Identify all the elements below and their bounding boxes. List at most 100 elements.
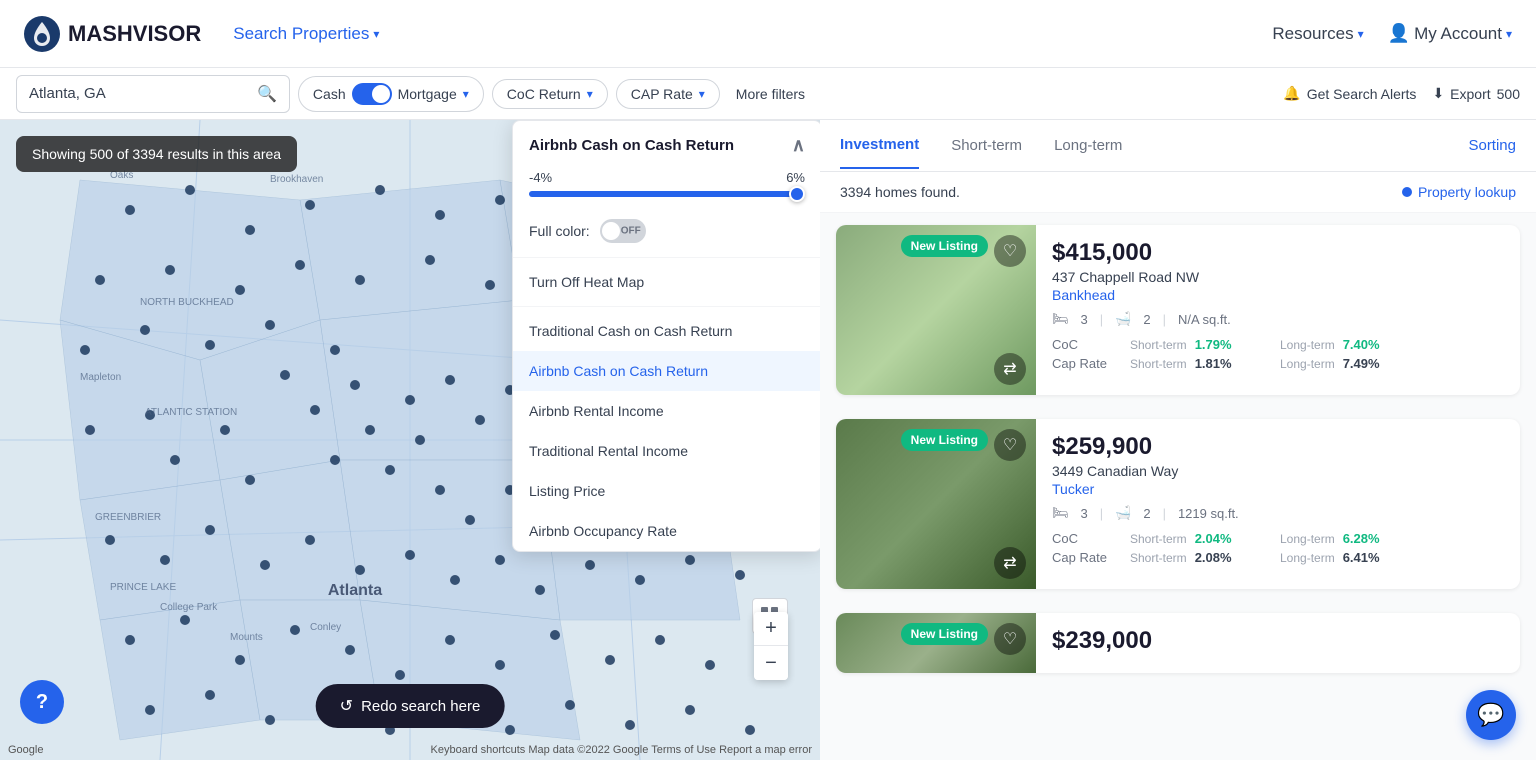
dropdown-close-icon[interactable]: ∧ (792, 135, 805, 156)
tab-investment[interactable]: Investment (840, 136, 919, 169)
homes-found: 3394 homes found. (840, 184, 960, 200)
redo-label: Redo search here (361, 698, 480, 715)
svg-text:GREENBRIER: GREENBRIER (95, 512, 161, 523)
beds-value-1: 3 (1081, 312, 1088, 327)
dropdown-item-label: Airbnb Occupancy Rate (529, 523, 677, 539)
logo[interactable]: MASHVISOR (24, 16, 201, 52)
property-card-1[interactable]: ♡ New Listing ⇄ $415,000 437 Chappell Ro… (836, 225, 1520, 395)
property-card-2[interactable]: ♡ New Listing ⇄ $259,900 3449 Canadian W… (836, 419, 1520, 589)
tab-short-term[interactable]: Short-term (951, 137, 1022, 168)
coc-type-long-1: Long-term (1280, 338, 1335, 352)
svg-text:PRINCE LAKE: PRINCE LAKE (110, 582, 176, 593)
alert-label: Get Search Alerts (1307, 86, 1417, 102)
dropdown-item-label: Listing Price (529, 483, 605, 499)
map-attribution: Google (8, 744, 43, 756)
export-icon: ⬇ (1432, 85, 1444, 102)
dropdown-item-label: Traditional Cash on Cash Return (529, 323, 732, 339)
cap-long-val-2: 6.41% (1343, 550, 1380, 565)
map-attribution-right: Keyboard shortcuts Map data ©2022 Google… (431, 744, 812, 756)
dropdown-item-heatmap-off[interactable]: Turn Off Heat Map (513, 262, 820, 302)
dropdown-item-traditional-coc[interactable]: Traditional Cash on Cash Return (513, 311, 820, 351)
tab-short-term-label: Short-term (951, 137, 1022, 154)
slider-thumb[interactable] (789, 186, 805, 202)
get-search-alerts-btn[interactable]: 🔔 Get Search Alerts (1283, 85, 1416, 102)
search-properties-nav[interactable]: Search Properties ▾ (233, 24, 379, 44)
heart-btn-2[interactable]: ♡ (994, 429, 1026, 461)
spec-divider-2a: | (1100, 506, 1103, 521)
coc-chevron: ▾ (587, 87, 593, 101)
tab-long-term-label: Long-term (1054, 137, 1122, 154)
tab-long-term[interactable]: Long-term (1054, 137, 1122, 168)
dropdown-title: Airbnb Cash on Cash Return (529, 137, 734, 154)
results-header: 3394 homes found. Property lookup (820, 172, 1536, 213)
property-info-3: $239,000 (1036, 613, 1520, 673)
cap-type-short-1: Short-term (1130, 357, 1187, 371)
search-input-wrap[interactable]: 🔍 (16, 75, 290, 113)
dropdown-item-listing-price[interactable]: Listing Price (513, 471, 820, 511)
account-icon: 👤 (1388, 23, 1410, 44)
cash-mortgage-toggle[interactable] (352, 83, 392, 105)
mortgage-label: Mortgage (398, 86, 457, 102)
baths-icon-1: 🛁 (1115, 311, 1131, 327)
account-nav[interactable]: 👤 My Account ▾ (1388, 23, 1512, 44)
coc-type-short-1: Short-term (1130, 338, 1187, 352)
search-icon[interactable]: 🔍 (257, 84, 277, 104)
coc-row-1: CoC Short-term 1.79% (1052, 337, 1276, 352)
baths-icon-2: 🛁 (1115, 505, 1131, 521)
more-filters-btn[interactable]: More filters (736, 86, 805, 102)
compare-btn-1[interactable]: ⇄ (994, 353, 1026, 385)
dropdown-item-airbnb-occupancy[interactable]: Airbnb Occupancy Rate (513, 511, 820, 551)
property-neighborhood-1[interactable]: Bankhead (1052, 287, 1504, 303)
new-listing-badge-2: New Listing (901, 429, 988, 451)
property-image-1: ♡ New Listing ⇄ (836, 225, 1036, 395)
zoom-in-btn[interactable]: + (754, 612, 788, 646)
zoom-out-btn[interactable]: − (754, 646, 788, 680)
svg-text:Atlanta: Atlanta (328, 582, 382, 599)
header-right: Resources ▾ 👤 My Account ▾ (1272, 23, 1512, 44)
full-color-row: Full color: OFF (513, 209, 820, 253)
coc-type-short-2: Short-term (1130, 532, 1187, 546)
dropdown-slider: -4% 6% (513, 170, 820, 209)
dropdown-item-airbnb-coc[interactable]: Airbnb Cash on Cash Return (513, 351, 820, 391)
redo-search-btn[interactable]: ↺ Redo search here (316, 684, 505, 728)
full-color-toggle[interactable]: OFF (600, 219, 646, 243)
slider-min: -4% (529, 170, 552, 185)
cap-short-val-2: 2.08% (1195, 550, 1232, 565)
heart-btn-1[interactable]: ♡ (994, 235, 1026, 267)
compare-btn-2[interactable]: ⇄ (994, 547, 1026, 579)
export-count: 500 (1497, 86, 1520, 102)
property-lookup-dot (1402, 187, 1412, 197)
redo-icon: ↺ (340, 696, 353, 716)
property-price-2: $259,900 (1052, 433, 1504, 461)
help-btn[interactable]: ? (20, 680, 64, 724)
dropdown-header: Airbnb Cash on Cash Return ∧ (513, 121, 820, 170)
cap-label-1: Cap Rate (1052, 356, 1122, 371)
slider-track[interactable] (529, 191, 805, 197)
heart-btn-3[interactable]: ♡ (994, 623, 1026, 655)
svg-text:Conley: Conley (310, 622, 341, 633)
export-btn[interactable]: ⬇ Export 500 (1432, 85, 1520, 102)
cap-chevron: ▾ (699, 87, 705, 101)
resources-nav[interactable]: Resources ▾ (1272, 24, 1363, 44)
property-lookup-btn[interactable]: Property lookup (1402, 184, 1516, 200)
sorting-btn[interactable]: Sorting (1468, 137, 1516, 168)
cap-long-row-1: Long-term 7.49% (1280, 356, 1504, 371)
property-card-3[interactable]: ♡ New Listing $239,000 (836, 613, 1520, 673)
coc-long-row-2: Long-term 6.28% (1280, 531, 1504, 546)
cap-rate-filter[interactable]: CAP Rate ▾ (616, 79, 720, 109)
account-chevron: ▾ (1506, 27, 1512, 41)
svg-text:ATLANTIC STATION: ATLANTIC STATION (145, 407, 237, 418)
chat-btn[interactable]: 💬 (1466, 690, 1516, 740)
svg-text:Mapleton: Mapleton (80, 372, 121, 383)
property-neighborhood-2[interactable]: Tucker (1052, 481, 1504, 497)
dropdown-item-airbnb-rental[interactable]: Airbnb Rental Income (513, 391, 820, 431)
cash-mortgage-toggle-wrap[interactable]: Cash Mortgage ▾ (298, 76, 484, 112)
property-price-3: $239,000 (1052, 627, 1504, 655)
dropdown-item-traditional-rental[interactable]: Traditional Rental Income (513, 431, 820, 471)
property-specs-1: 🛏 3 | 🛁 2 | N/A sq.ft. (1052, 311, 1504, 327)
account-label: My Account (1414, 24, 1502, 44)
location-input[interactable] (29, 85, 249, 102)
coc-return-filter[interactable]: CoC Return ▾ (492, 79, 608, 109)
coc-short-val-1: 1.79% (1195, 337, 1232, 352)
map-area[interactable]: Atlanta Oaks Brookhaven NORTH BUCKHEAD M… (0, 120, 820, 760)
